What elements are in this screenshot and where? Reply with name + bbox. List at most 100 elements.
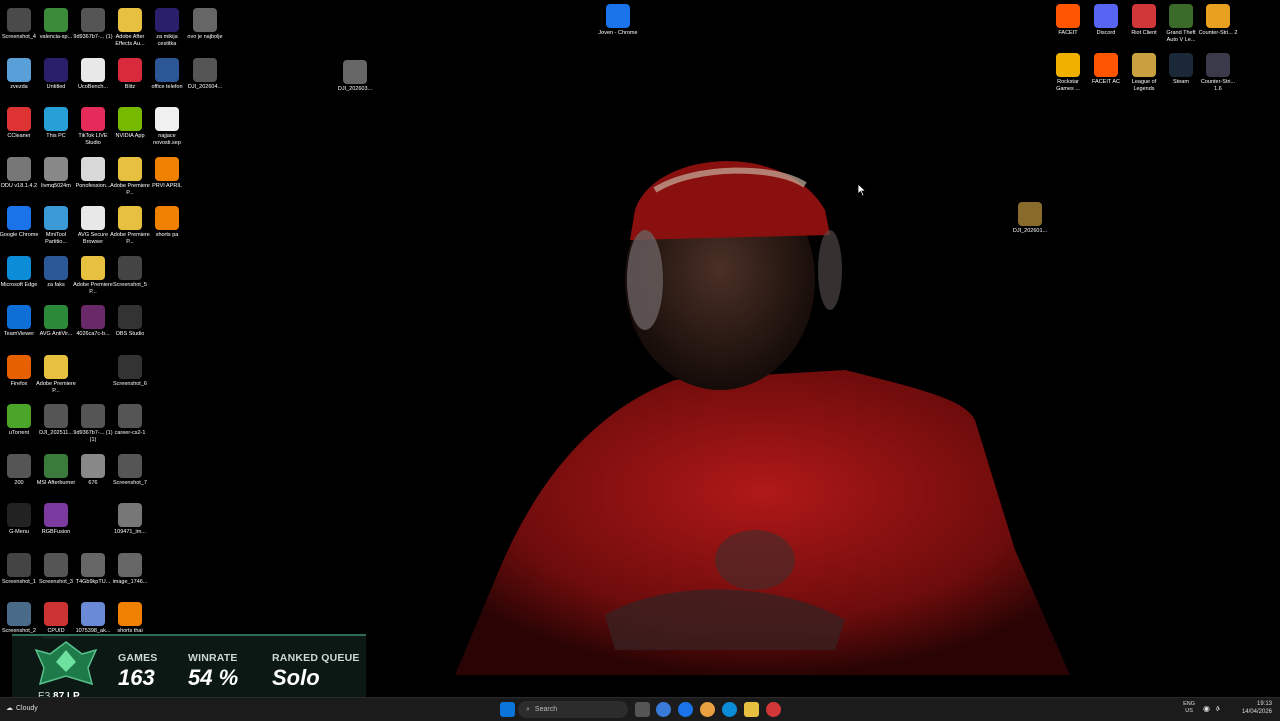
desktop-icon[interactable]: RGBFusion: [37, 503, 75, 536]
desktop-icon[interactable]: 200: [0, 453, 38, 487]
cpuid-icon: [44, 602, 68, 626]
desktop-icon[interactable]: 4026ca7c-b...: [74, 305, 112, 338]
language-indicator[interactable]: ENG US: [1183, 701, 1195, 715]
wifi-icon[interactable]: ◉: [1203, 704, 1210, 713]
desktop-icon[interactable]: 9d9367b7-... (1): [73, 8, 113, 41]
desktop-icon[interactable]: FACEIT AC: [1087, 53, 1125, 86]
desktop-icon[interactable]: Adobe Premiere P...: [73, 255, 113, 296]
desktop-icon[interactable]: T4Gb9kpTU...: [74, 552, 112, 586]
desktop-icon[interactable]: AVG AntiVir...: [37, 305, 75, 338]
image-icon: [118, 404, 142, 428]
desktop-icon[interactable]: Rockstar Games ...: [1049, 53, 1087, 93]
desktop-icon-label: valencia-sp...: [39, 34, 73, 40]
desktop-icon[interactable]: 676: [74, 453, 112, 487]
desktop-icon[interactable]: Microsoft Edge: [0, 255, 38, 289]
desktop-icon[interactable]: Counter-Stri... 2: [1199, 4, 1237, 37]
image-icon: [81, 305, 105, 329]
avg-icon: [44, 305, 68, 329]
desktop-icon[interactable]: Ponofession...: [74, 156, 112, 190]
desktop-icon[interactable]: MSI Afterburner: [37, 453, 75, 487]
desktop-icon[interactable]: G-Menu: [0, 503, 38, 536]
desktop-icon[interactable]: NVIDIA App: [111, 107, 149, 140]
desktop-icon-label: Adobe After Effects Au...: [115, 34, 145, 47]
desktop-icon[interactable]: DJI_202603...: [336, 60, 374, 93]
desktop-icon[interactable]: FACEIT: [1049, 4, 1087, 37]
app-icon: [44, 156, 68, 181]
desktop-icon[interactable]: Google Chrome: [0, 206, 38, 239]
desktop-icon[interactable]: OBS Studio: [111, 305, 149, 338]
edge-icon[interactable]: [722, 702, 737, 717]
desktop-icon[interactable]: TikTok LIVE Studio: [74, 107, 112, 147]
desktop-icon[interactable]: shorts thai: [111, 602, 149, 635]
file-icon: [155, 107, 179, 131]
file-explorer-icon[interactable]: [744, 702, 759, 717]
riot-icon[interactable]: [766, 702, 781, 717]
desktop-icon[interactable]: valencia-sp...: [37, 8, 75, 41]
weather-text: Cloudy: [16, 704, 38, 712]
desktop-icon[interactable]: 9d9367b7-... (1) (1): [73, 404, 113, 444]
start-icon[interactable]: [500, 702, 515, 717]
desktop-icon[interactable]: Adobe Premiere P...: [36, 354, 76, 395]
desktop-icon[interactable]: Screenshot_6: [111, 354, 149, 388]
desktop-icon[interactable]: DJI_202604...: [186, 57, 224, 91]
desktop-icon[interactable]: Screenshot_3: [37, 552, 75, 586]
desktop-icon[interactable]: This PC: [37, 107, 75, 140]
desktop-icon[interactable]: Joven - Chrome: [598, 4, 638, 37]
desktop-icon[interactable]: DJI_202511...: [37, 404, 75, 437]
desktop-icon[interactable]: TeamViewer: [0, 305, 38, 338]
desktop-icon[interactable]: 109471_im...: [111, 503, 149, 536]
desktop-icon[interactable]: League of Legends: [1125, 53, 1163, 93]
chrome-profile-icon[interactable]: [700, 702, 715, 717]
desktop-icon[interactable]: MiniTool Partitio...: [37, 206, 75, 246]
desktop-icon[interactable]: najjace novosti.sep: [148, 107, 186, 147]
desktop-icon[interactable]: AVG Secure Browser: [74, 206, 112, 246]
desktop-icon[interactable]: Adobe After Effects Au...: [111, 8, 149, 48]
desktop-icon[interactable]: UcoBench...: [74, 57, 112, 91]
task-view-icon[interactable]: [635, 702, 650, 717]
desktop-icon[interactable]: za mikija cestitka: [148, 8, 186, 48]
desktop-icon[interactable]: Screenshot_5: [111, 255, 149, 289]
desktop-icon[interactable]: Screenshot_4: [0, 8, 38, 41]
volume-icon[interactable]: ♪: [1216, 704, 1220, 713]
desktop-icon[interactable]: Riot Client: [1125, 4, 1163, 37]
desktop-icon[interactable]: zvezda: [0, 57, 38, 91]
desktop-icon[interactable]: Grand Theft Auto V Le...: [1162, 4, 1200, 44]
desktop-icon[interactable]: Adobe Premiere P...: [110, 206, 150, 246]
desktop-icon[interactable]: za faks: [37, 255, 75, 289]
video-icon: [193, 8, 217, 32]
desktop-icon[interactable]: Counter-Stri... 1.6: [1199, 53, 1237, 93]
desktop-icon[interactable]: Discord: [1087, 4, 1125, 37]
desktop-icon[interactable]: uTorrent: [0, 404, 38, 437]
desktop-icon[interactable]: image_1746...: [111, 552, 149, 586]
chrome-icon[interactable]: [678, 702, 693, 717]
desktop-icon-label: 9d9367b7-... (1) (1): [73, 430, 113, 443]
desktop-icon[interactable]: Blitz: [111, 57, 149, 91]
desktop-icon[interactable]: DJI_202601...: [1011, 202, 1049, 235]
desktop-icon[interactable]: Screenshot_1: [0, 552, 38, 586]
video-icon: [193, 57, 217, 82]
search-box[interactable]: ⌕ Search: [518, 701, 628, 718]
desktop-icon[interactable]: livmq5024m: [37, 156, 75, 190]
desktop-icon[interactable]: Untitled: [37, 57, 75, 91]
desktop-icon[interactable]: Steam: [1162, 53, 1200, 86]
desktop-icon[interactable]: Screenshot_7: [111, 453, 149, 487]
desktop-icon[interactable]: Adobe Premiere P...: [110, 156, 150, 197]
desktop-icon[interactable]: PRVI APRIL: [148, 156, 186, 190]
desktop-icon[interactable]: career-cs2-1: [111, 404, 149, 437]
desktop-icon[interactable]: office telefon: [148, 57, 186, 91]
desktop-icon[interactable]: CCleaner: [0, 107, 38, 140]
desktop-icon-label: FACEIT: [1058, 30, 1078, 36]
desktop-icon[interactable]: Screenshot_2: [0, 602, 38, 635]
pc-icon: [44, 107, 68, 131]
desktop-icon[interactable]: shorts pa: [148, 206, 186, 239]
clock-time: 19:13: [1256, 701, 1272, 707]
edge-copilot-icon[interactable]: [656, 702, 671, 717]
desktop-icon[interactable]: Firefox: [0, 354, 38, 388]
desktop-icon[interactable]: ovo je najbolje: [186, 8, 224, 41]
desktop-icon[interactable]: DDU v18.1.4.2: [0, 156, 38, 190]
desktop-icon[interactable]: 1075398_ak...: [74, 602, 112, 635]
desktop-icon-label: League of Legends: [1131, 79, 1157, 92]
clock[interactable]: 19:13 14/04/2026: [1242, 700, 1272, 716]
desktop-icon-label: T4Gb9kpTU...: [75, 578, 111, 585]
weather-widget[interactable]: ☁ Cloudy: [6, 704, 38, 713]
